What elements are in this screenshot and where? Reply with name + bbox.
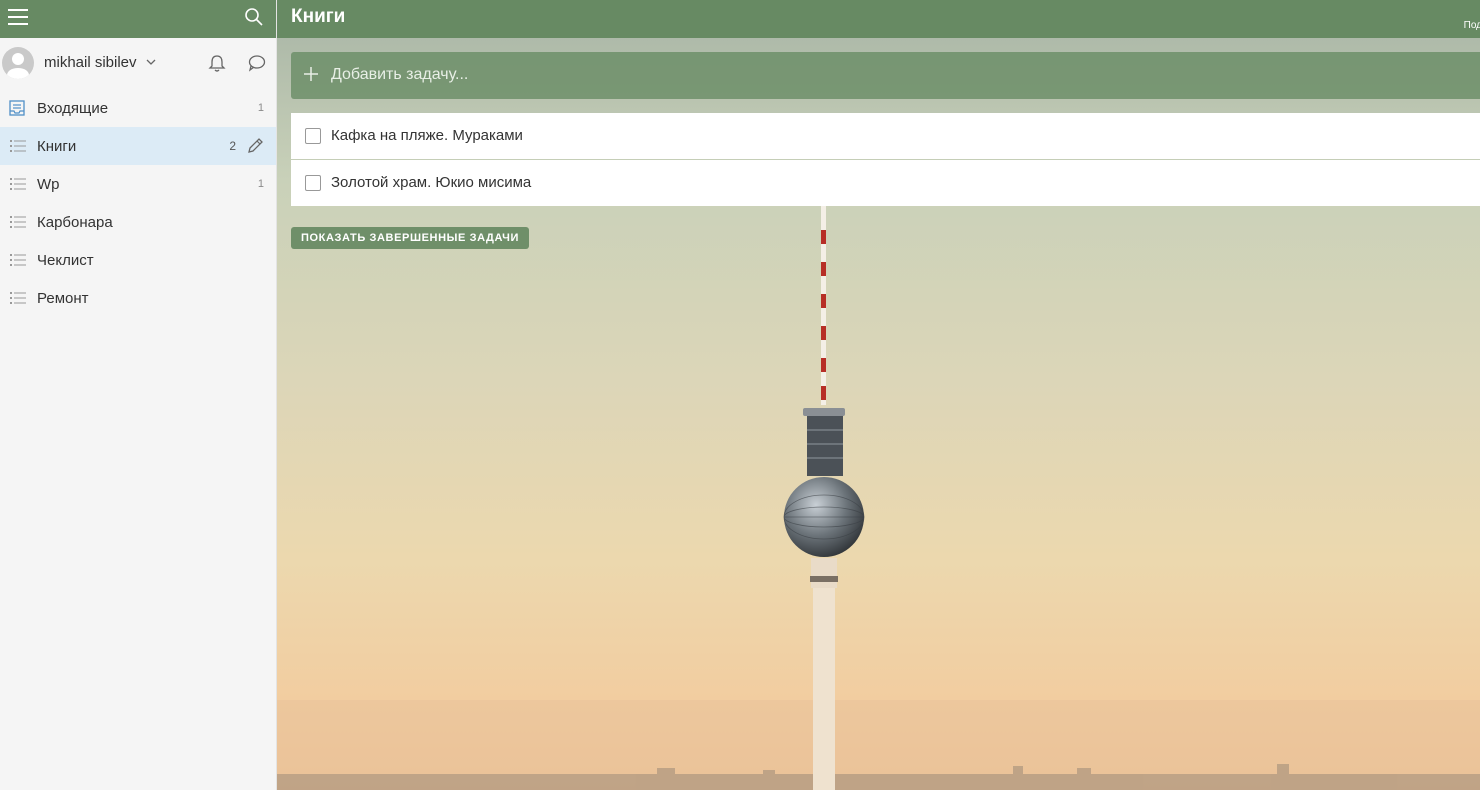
sidebar-item-label: Чеклист [37, 252, 94, 269]
list-nav: Входящие 1 Книги 2 Wp 1 Карбонара Чеклис… [0, 89, 276, 317]
chevron-down-icon[interactable] [146, 59, 156, 66]
task-row[interactable]: Золотой храм. Юкио мисима [291, 160, 1480, 206]
add-task-bar[interactable]: Добавить задачу... [291, 52, 1480, 99]
list-icon [10, 254, 26, 266]
task-checkbox[interactable] [305, 175, 321, 191]
sidebar-item-count: 1 [257, 102, 264, 114]
pencil-icon[interactable] [246, 137, 264, 155]
sidebar-item-inbox[interactable]: Входящие 1 [0, 89, 276, 127]
header-right-label[interactable]: Под [1464, 20, 1480, 31]
plus-icon[interactable] [303, 66, 319, 82]
list-icon [10, 178, 26, 190]
sidebar-item-label: Книги [37, 138, 77, 155]
sidebar-item-label: Ремонт [37, 290, 89, 307]
add-task-input[interactable]: Добавить задачу... [331, 66, 468, 84]
username[interactable]: mikhail sibilev [44, 54, 137, 71]
user-row[interactable]: mikhail sibilev [0, 38, 276, 88]
sidebar-item-wp[interactable]: Wp 1 [0, 165, 276, 203]
sidebar-item-label: Входящие [37, 100, 109, 117]
sidebar-item-count: 1 [257, 178, 264, 190]
sidebar-toolbar [0, 0, 276, 38]
show-completed-button[interactable]: ПОКАЗАТЬ ЗАВЕРШЕННЫЕ ЗАДАЧИ [291, 227, 530, 249]
task-title[interactable]: Кафка на пляже. Мураками [331, 127, 523, 144]
sidebar-item-carbonara[interactable]: Карбонара [0, 203, 276, 241]
list-header: Книги Под [277, 0, 1480, 38]
sidebar-item-checklist[interactable]: Чеклист [0, 241, 276, 279]
avatar[interactable] [2, 47, 34, 79]
task-checkbox[interactable] [305, 128, 321, 144]
list-icon [10, 216, 26, 228]
sidebar-item-repair[interactable]: Ремонт [0, 279, 276, 317]
menu-icon[interactable] [8, 9, 28, 25]
sidebar-item-label: Wp [37, 176, 60, 193]
page-title: Книги [291, 6, 346, 27]
list-icon [10, 140, 26, 152]
chat-bubble-icon[interactable] [248, 54, 266, 72]
inbox-icon [9, 100, 25, 116]
sidebar-item-count: 2 [229, 139, 236, 153]
task-title[interactable]: Золотой храм. Юкио мисима [331, 174, 531, 191]
bell-icon[interactable] [208, 54, 226, 73]
sidebar-item-books[interactable]: Книги 2 [0, 127, 276, 165]
sidebar: mikhail sibilev Входящие 1 Книги 2 Wp 1 … [0, 0, 277, 790]
list-icon [10, 292, 26, 304]
main-panel: Книги Под Добавить задачу... Кафка на пл… [277, 0, 1480, 790]
sidebar-item-label: Карбонара [37, 214, 113, 231]
search-icon[interactable] [244, 7, 264, 27]
task-row[interactable]: Кафка на пляже. Мураками [291, 113, 1480, 159]
